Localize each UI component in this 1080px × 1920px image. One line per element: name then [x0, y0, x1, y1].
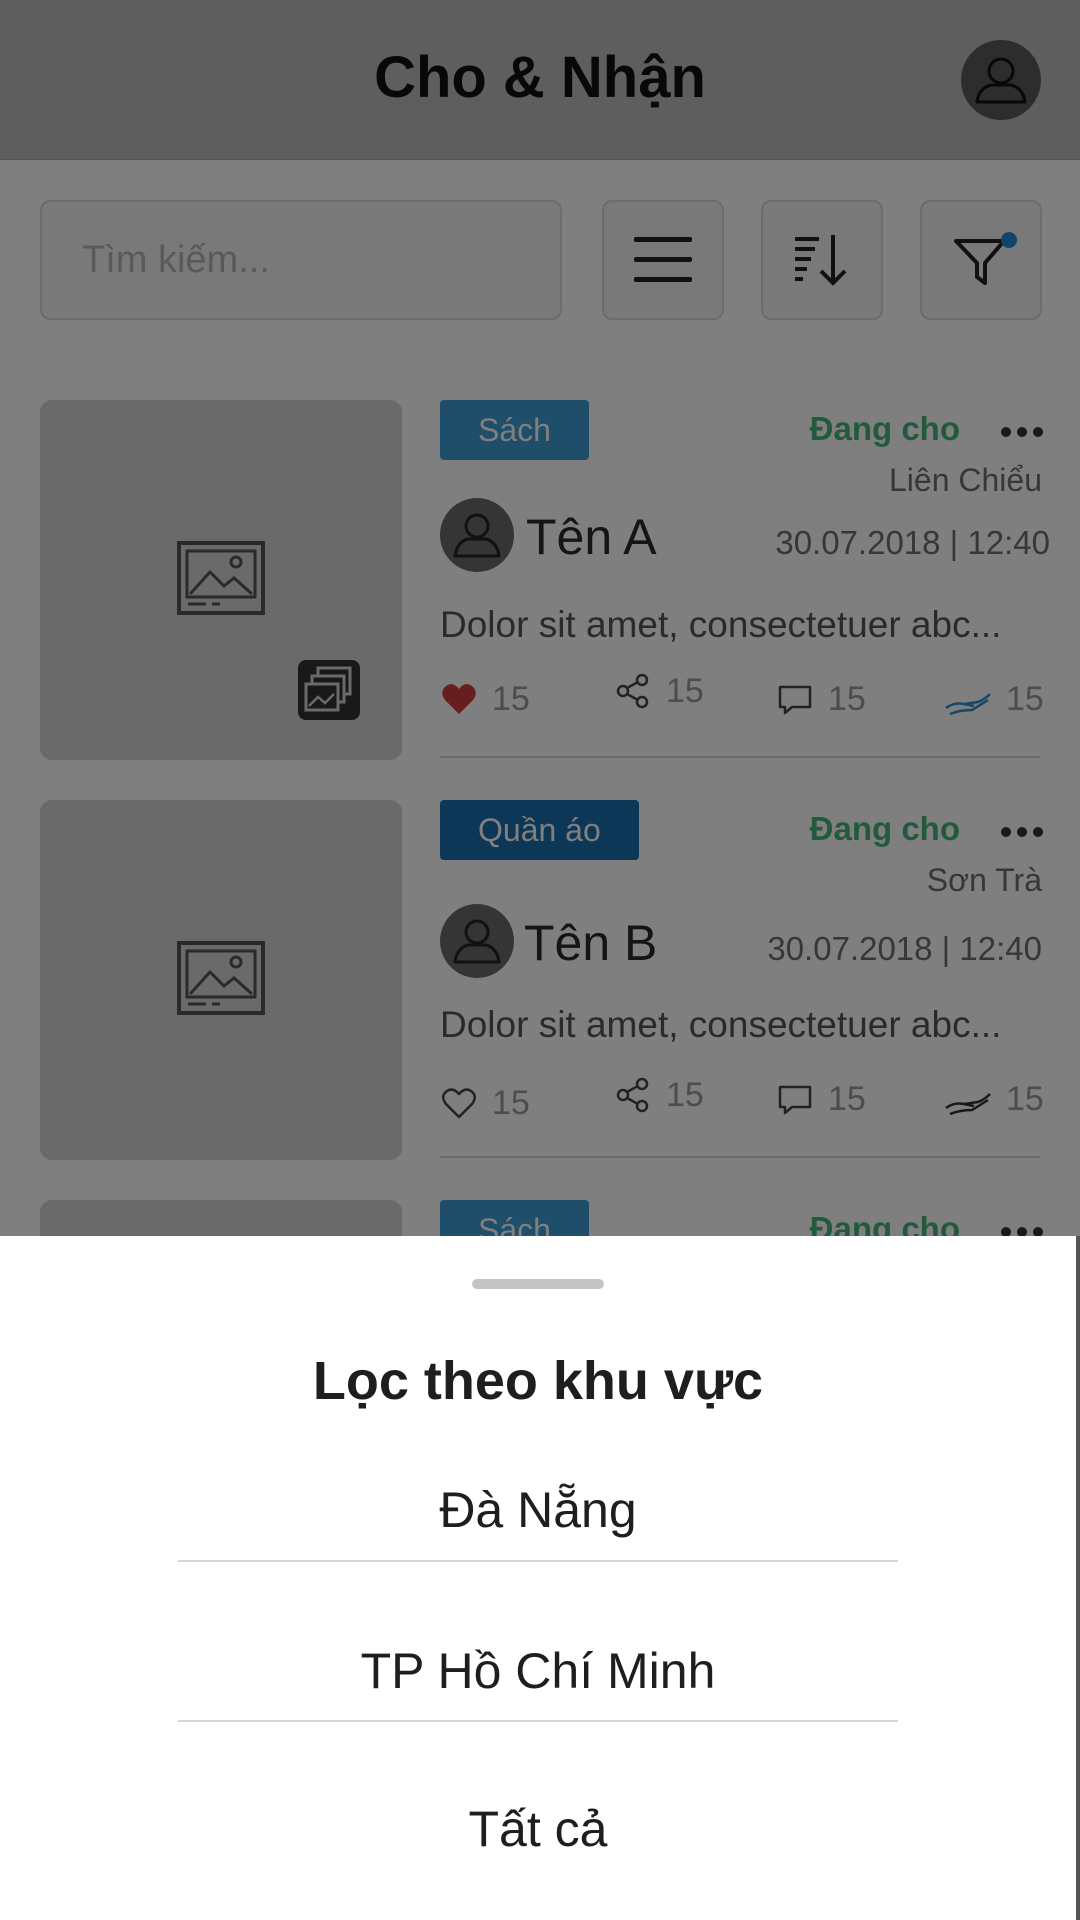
sheet-edge	[1076, 1236, 1080, 1920]
region-option-all[interactable]: Tất cả	[178, 1789, 898, 1869]
region-option-ho-chi-minh[interactable]: TP Hồ Chí Minh	[178, 1631, 898, 1711]
option-divider	[178, 1560, 898, 1562]
option-divider	[178, 1720, 898, 1722]
region-option-da-nang[interactable]: Đà Nẵng	[178, 1470, 898, 1550]
region-filter-sheet: Lọc theo khu vực Đà Nẵng TP Hồ Chí Minh …	[0, 1236, 1076, 1920]
drag-handle[interactable]	[472, 1279, 604, 1289]
sheet-title: Lọc theo khu vực	[312, 1351, 764, 1411]
